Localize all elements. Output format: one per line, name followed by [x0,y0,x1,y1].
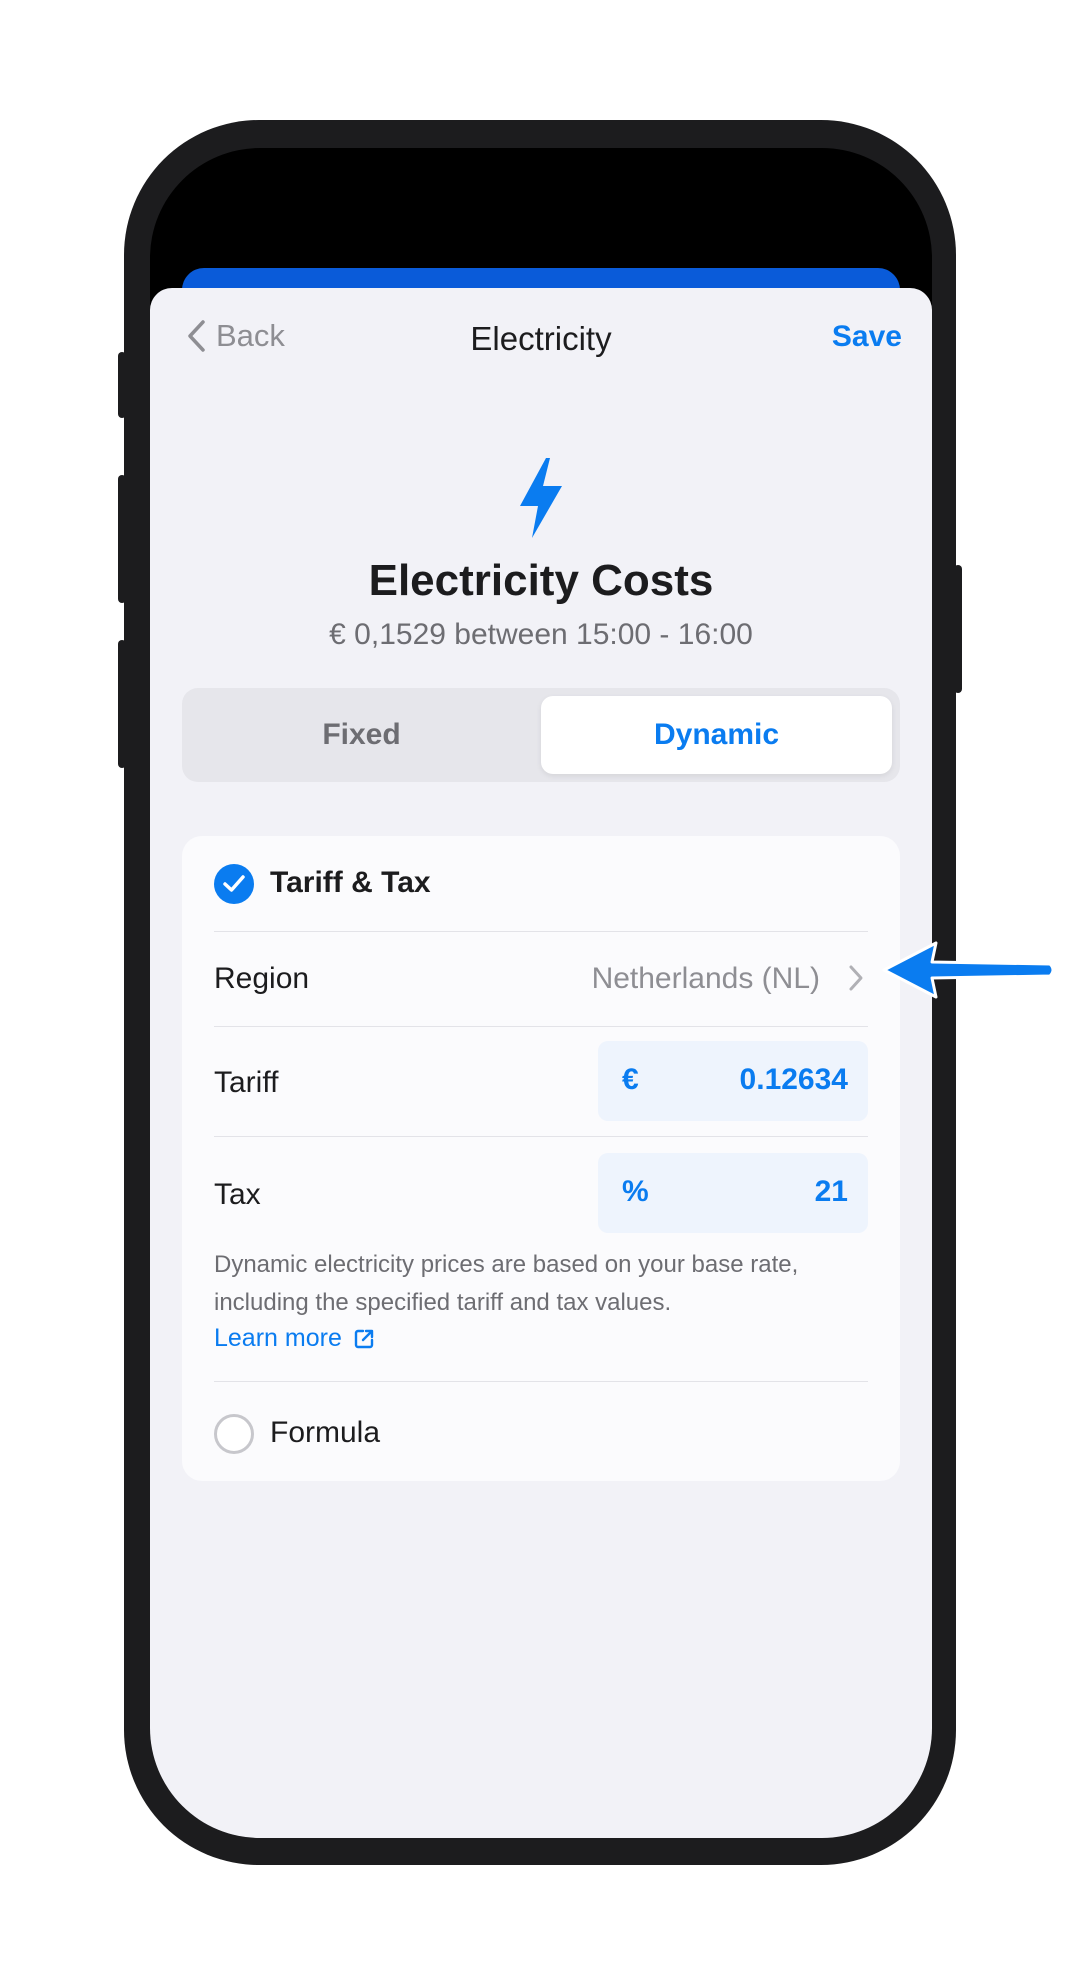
learn-more-label: Learn more [214,1324,342,1352]
stage: Back Electricity Save Electricity Costs … [0,0,1080,1984]
tariff-value: 0.12634 [739,1063,848,1096]
pointer-arrow-icon [882,941,1055,999]
dynamic-pricing-description: Dynamic electricity prices are based on … [214,1251,799,1316]
chevron-right-icon [849,965,863,991]
region-value: Netherlands (NL) [591,962,820,995]
segment-dynamic[interactable]: Dynamic [541,696,892,774]
dynamic-settings-card: Tariff & Tax Region Netherlands (NL) Tar… [182,836,900,1481]
checkmark-icon [223,875,245,892]
tariff-label: Tariff [214,1066,279,1099]
tax-value: 21 [814,1175,848,1208]
formula-label: Formula [270,1416,381,1449]
phone-screen: Back Electricity Save Electricity Costs … [150,148,932,1838]
pricing-mode-segmented-control: Fixed Dynamic [182,688,900,782]
page-title: Electricity Costs [368,556,714,605]
current-price-subtitle: € 0,1529 between 15:00 - 16:00 [329,618,753,651]
nav-title: Electricity [470,320,612,357]
divider [214,1381,868,1382]
segment-fixed[interactable]: Fixed [182,688,541,782]
divider [214,1136,868,1137]
tariff-input[interactable]: € 0.12634 [598,1041,868,1121]
tax-label: Tax [214,1178,261,1211]
tax-input[interactable]: % 21 [598,1153,868,1233]
save-button[interactable]: Save [832,320,902,354]
learn-more-link[interactable]: Learn more [214,1324,376,1353]
tariff-tax-title: Tariff & Tax [270,866,431,899]
formula-radio[interactable] [214,1414,254,1454]
electricity-sheet: Back Electricity Save Electricity Costs … [150,288,932,1838]
tax-unit: % [622,1175,649,1208]
lightning-bolt-icon [520,458,562,538]
tariff-unit: € [622,1063,639,1096]
tariff-tax-checkbox[interactable] [214,864,254,904]
external-link-icon [354,1329,374,1348]
region-label: Region [214,962,310,995]
nav-bar: Back Electricity Save [150,288,932,398]
divider [214,1026,868,1027]
